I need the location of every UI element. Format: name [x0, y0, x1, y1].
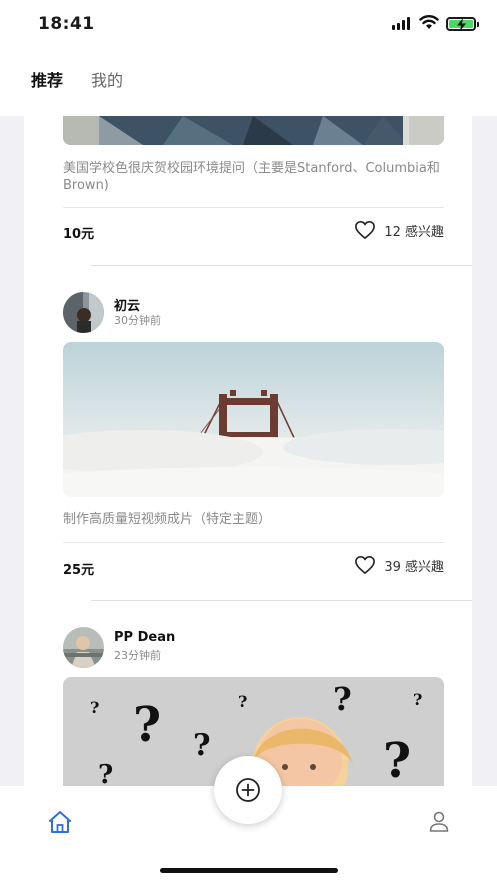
interest-button[interactable]: 12 感兴趣	[354, 220, 444, 240]
feed-list[interactable]: 美国学校色很庆贺校园环境提问（主要是Stanford、Columbia和Brow…	[24, 116, 472, 786]
svg-text:?: ?	[90, 698, 99, 717]
status-bar: 18:41	[0, 0, 497, 48]
tab-recommended[interactable]: 推荐	[31, 67, 63, 91]
svg-text:?: ?	[133, 697, 161, 753]
top-tabs: 推荐 我的	[0, 48, 497, 116]
home-icon[interactable]	[47, 810, 73, 834]
wifi-icon	[419, 15, 439, 29]
person-icon[interactable]	[428, 810, 450, 832]
post-price: 10元	[63, 227, 95, 242]
svg-text:?: ?	[238, 692, 247, 711]
interest-count: 12 感兴趣	[384, 224, 444, 240]
battery-icon	[446, 17, 479, 31]
tab-mine[interactable]: 我的	[91, 67, 123, 91]
post-image[interactable]	[63, 342, 444, 497]
divider	[63, 542, 444, 543]
home-indicator	[160, 868, 338, 873]
plus-circle-icon	[236, 778, 260, 802]
cellular-signal-icon	[392, 17, 410, 30]
heart-outline-icon	[355, 556, 376, 574]
post-time: 23分钟前	[114, 649, 161, 662]
interest-button[interactable]: 39 感兴趣	[354, 555, 444, 575]
svg-text:?: ?	[193, 728, 211, 763]
svg-text:?: ?	[98, 760, 113, 786]
svg-text:?: ?	[413, 690, 422, 709]
add-post-button[interactable]	[214, 756, 282, 824]
avatar[interactable]	[63, 292, 104, 333]
post-description: 美国学校色很庆贺校园环境提问（主要是Stanford、Columbia和Brow…	[63, 161, 440, 193]
avatar[interactable]	[63, 627, 104, 668]
svg-text:?: ?	[333, 680, 352, 718]
svg-text:?: ?	[383, 733, 411, 786]
separator	[91, 265, 472, 266]
separator	[91, 600, 472, 601]
post-time: 30分钟前	[114, 314, 161, 327]
interest-count: 39 感兴趣	[384, 559, 444, 575]
post-image[interactable]	[63, 116, 444, 145]
post-price: 25元	[63, 563, 95, 578]
post-description: 制作高质量短视频成片（特定主题）	[63, 512, 272, 527]
username[interactable]: PP Dean	[114, 630, 175, 645]
status-time: 18:41	[38, 14, 95, 34]
heart-outline-icon	[355, 221, 376, 239]
divider	[63, 207, 444, 208]
